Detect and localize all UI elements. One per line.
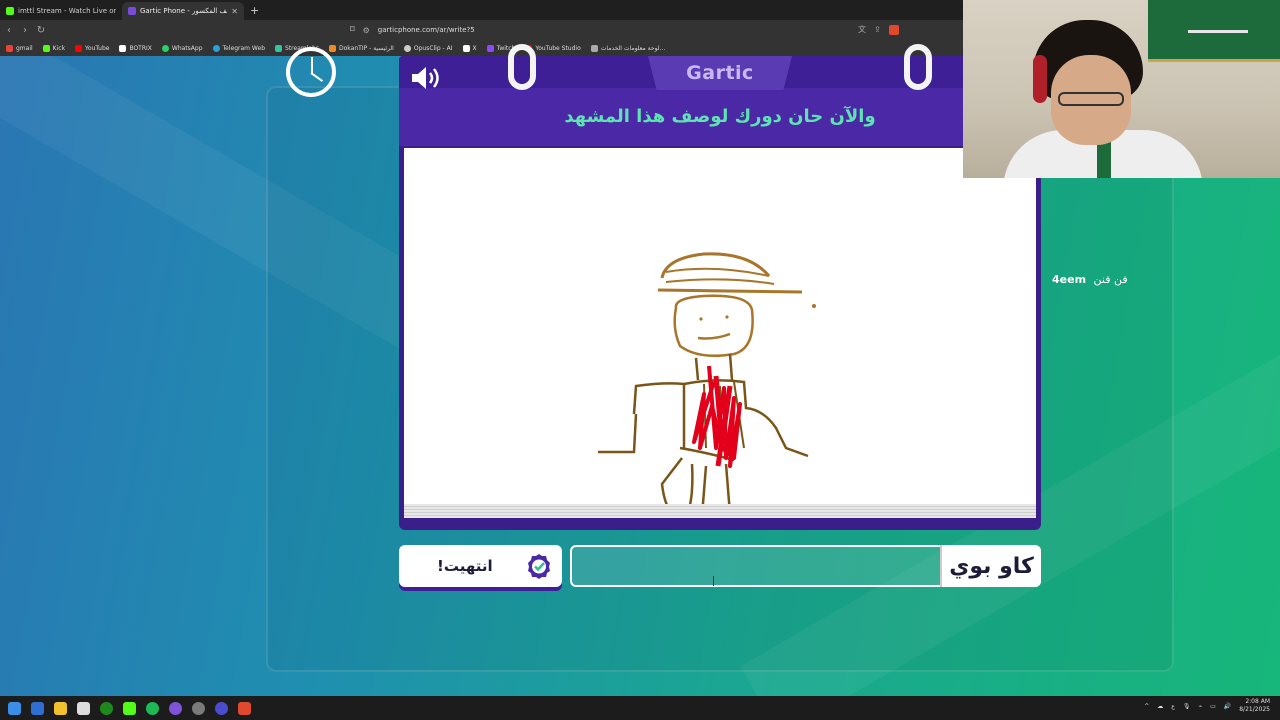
- twitch-icon: [486, 44, 494, 52]
- volume-icon[interactable]: 🔊: [1224, 703, 1231, 710]
- taskbar: ^ ☁ ع 🎙 ⌁ ▭ 🔊 2:08 AM 8/21/2025: [0, 696, 1280, 720]
- microphone-icon[interactable]: 🎙: [1183, 703, 1191, 710]
- search-icon[interactable]: [31, 701, 44, 715]
- translate-icon[interactable]: 文: [858, 24, 866, 35]
- discord-icon[interactable]: [169, 701, 182, 715]
- bookmark-whatsapp[interactable]: WhatsApp: [161, 44, 203, 52]
- url-text: garticphone.com/ar/write?5: [377, 26, 475, 34]
- omnibox-actions: 文 ⇪: [858, 24, 899, 35]
- webcam-overlay: [963, 0, 1280, 178]
- clock-date: 8/21/2025: [1239, 706, 1270, 713]
- done-button[interactable]: انتهيت!: [399, 545, 562, 587]
- settings-icon[interactable]: [192, 701, 205, 715]
- telegram-icon: [212, 44, 220, 52]
- site-info-icon[interactable]: ⚙: [363, 26, 370, 35]
- start-icon[interactable]: [8, 701, 21, 715]
- xbox-icon[interactable]: [100, 701, 113, 715]
- bookmark-services-dashboard[interactable]: لوحة معلومات الخدمات...: [590, 44, 665, 52]
- tab-gartic-phone[interactable]: Gartic Phone - لعبة الهاتف المكسور ✕: [122, 2, 244, 20]
- tab-label: Gartic Phone - لعبة الهاتف المكسور: [140, 7, 227, 15]
- bookmark-dokantip[interactable]: DokanTIP - الرئيسية: [329, 44, 394, 52]
- whatsapp-icon: [161, 44, 169, 52]
- spotify-icon[interactable]: [146, 701, 159, 715]
- store-icon[interactable]: [77, 701, 90, 715]
- chat-text: فن فنن: [1093, 273, 1128, 286]
- brave-browser-icon[interactable]: [238, 701, 251, 715]
- done-button-label: انتهيت!: [437, 557, 493, 575]
- saudi-flag: [1148, 0, 1280, 62]
- paper-stack-edge: [404, 504, 1036, 518]
- binder-ring-right: [904, 44, 932, 90]
- dokantip-icon: [329, 44, 337, 52]
- x-icon: [462, 44, 470, 52]
- new-tab-button[interactable]: +: [250, 4, 259, 17]
- brave-shield-icon[interactable]: [888, 24, 899, 35]
- kick-icon: [42, 44, 50, 52]
- language-icon[interactable]: ع: [1171, 703, 1175, 710]
- bookmark-gmail[interactable]: gmail: [6, 44, 33, 52]
- bookmark-opusclip[interactable]: OpusClip - AI: [403, 44, 453, 52]
- tab-label: imttl Stream - Watch Live on Kick: [18, 7, 116, 15]
- glasses: [1058, 92, 1124, 106]
- bookmark-x[interactable]: X: [462, 44, 477, 52]
- instruction-text: والآن حان دورك لوصف هذا المشهد: [564, 106, 876, 127]
- kick-favicon-icon: [6, 7, 14, 15]
- botrix-icon: [119, 44, 127, 52]
- bookmark-botrix[interactable]: BOTRIX: [119, 44, 152, 52]
- cowboy-drawing: [598, 252, 816, 504]
- obs-icon[interactable]: [215, 701, 228, 715]
- speaker-icon[interactable]: [410, 64, 444, 92]
- share-icon[interactable]: ⇪: [874, 25, 881, 34]
- forward-icon[interactable]: ›: [18, 25, 32, 36]
- logo-text: Gartic: [686, 62, 754, 84]
- gartic-favicon-icon: [128, 7, 136, 15]
- system-clock[interactable]: 2:08 AM 8/21/2025: [1239, 698, 1270, 714]
- reload-icon[interactable]: ↻: [34, 25, 48, 36]
- headphones: [1033, 55, 1047, 103]
- gartic-logo: Gartic: [648, 56, 792, 90]
- streamlabs-icon: [275, 44, 283, 52]
- url-field[interactable]: ⌑ ⚙ garticphone.com/ar/write?5: [350, 23, 910, 37]
- bookmark-youtube[interactable]: YouTube: [75, 44, 109, 52]
- onedrive-icon[interactable]: ☁: [1157, 703, 1163, 710]
- bookmark-kick[interactable]: Kick: [42, 44, 65, 52]
- dashboard-icon: [590, 44, 598, 52]
- answer-input-value[interactable]: كاو بوي: [940, 545, 1041, 587]
- back-icon[interactable]: ‹: [2, 25, 16, 36]
- tab-kick-stream[interactable]: imttl Stream - Watch Live on Kick: [0, 2, 122, 20]
- bookmark-telegram[interactable]: Telegram Web: [212, 44, 265, 52]
- file-explorer-icon[interactable]: [54, 701, 67, 715]
- youtube-icon: [75, 44, 83, 52]
- clock-time: 2:08 AM: [1245, 698, 1270, 705]
- chat-message: 4eem فن فنن: [1052, 273, 1128, 286]
- check-badge-icon: [528, 554, 550, 579]
- usb-icon[interactable]: ⌁: [1198, 703, 1202, 710]
- gmail-icon: [6, 44, 13, 52]
- close-tab-icon[interactable]: ✕: [231, 7, 238, 16]
- kick-app-icon[interactable]: [123, 701, 136, 715]
- timer-icon: [286, 47, 336, 97]
- bookmark-icon[interactable]: ⌑: [350, 25, 355, 35]
- network-icon[interactable]: ▭: [1210, 703, 1216, 710]
- mouse-cursor: [713, 576, 714, 586]
- opusclip-icon: [403, 44, 411, 52]
- binder-ring-left: [508, 44, 536, 90]
- tray-chevron-icon[interactable]: ^: [1144, 703, 1149, 710]
- chat-username: 4eem: [1052, 273, 1087, 286]
